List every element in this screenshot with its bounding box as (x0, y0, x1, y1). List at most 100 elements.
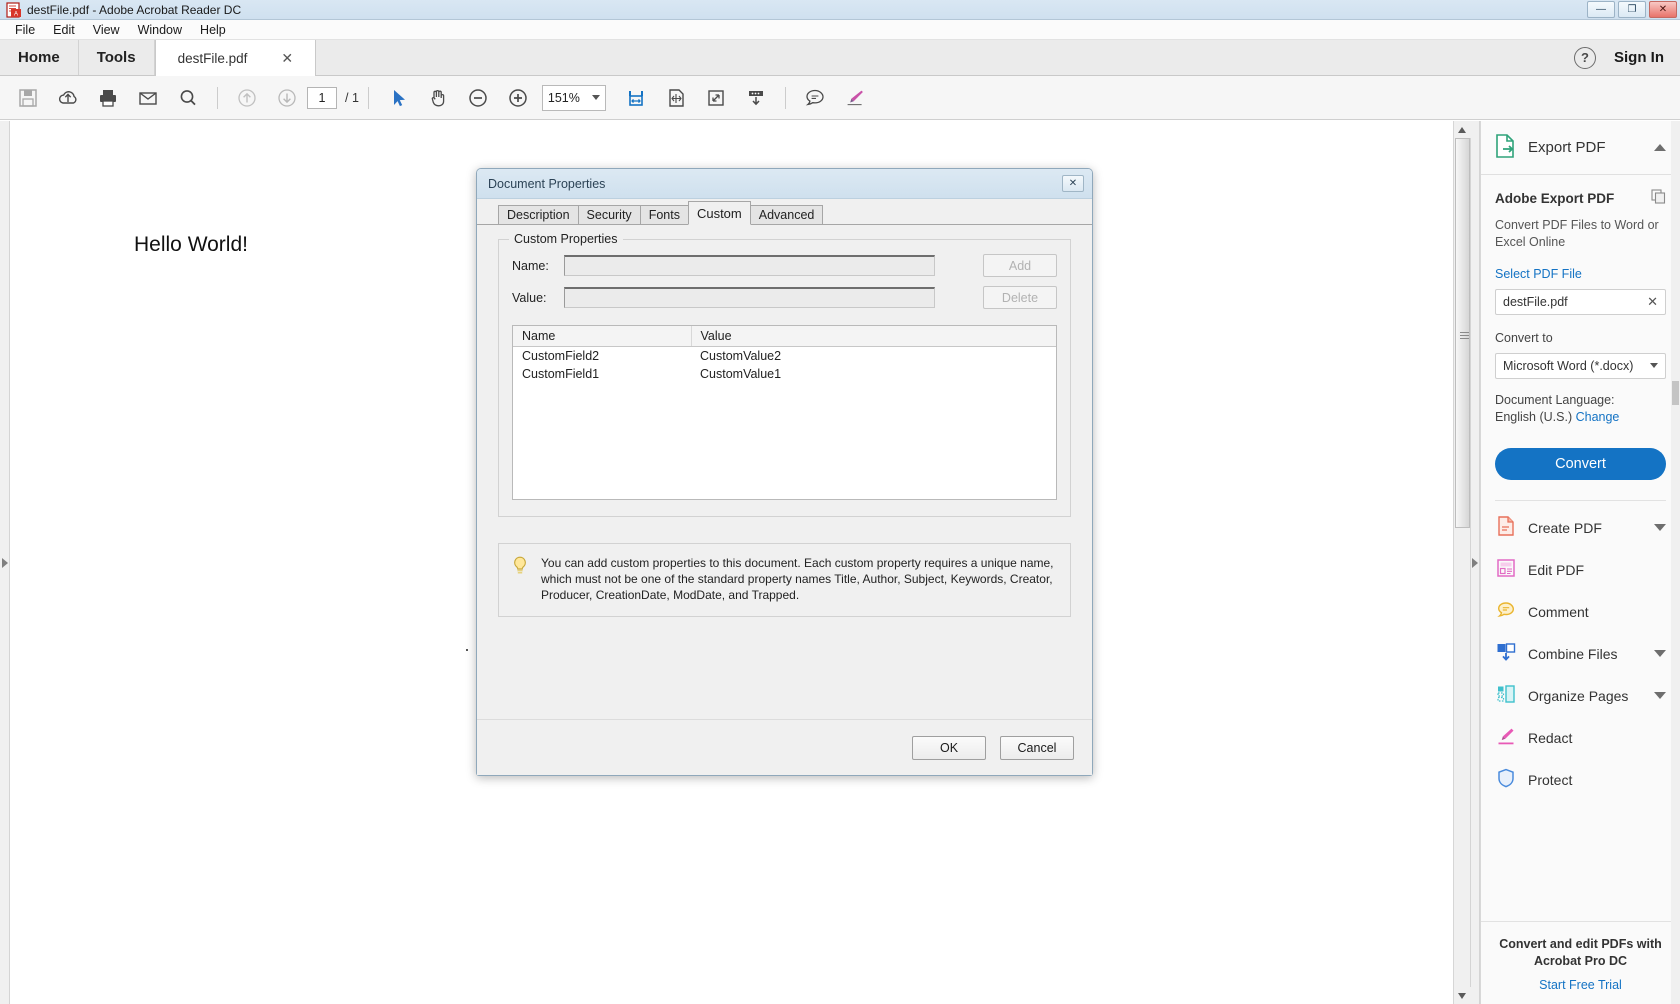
panel-scrollbar-thumb[interactable] (1672, 381, 1679, 405)
name-input[interactable] (564, 255, 935, 276)
sign-in-button[interactable]: Sign In (1614, 49, 1664, 66)
chevron-down-icon[interactable] (1654, 524, 1666, 531)
tab-strip: Home Tools destFile.pdf ✕ ? Sign In (0, 40, 1680, 76)
cancel-button[interactable]: Cancel (1000, 736, 1074, 760)
comment-icon[interactable] (795, 78, 835, 118)
scroll-down-button[interactable] (1454, 987, 1471, 1004)
clear-file-icon[interactable]: ✕ (1647, 294, 1658, 310)
column-header-name[interactable]: Name (513, 326, 691, 347)
export-pdf-header[interactable]: Export PDF (1481, 121, 1680, 175)
protect-icon (1495, 767, 1517, 792)
value-input[interactable] (564, 287, 935, 308)
ok-button[interactable]: OK (912, 736, 986, 760)
document-language-label: Document Language: (1495, 393, 1666, 407)
tool-label: Comment (1528, 604, 1666, 620)
close-icon[interactable]: ✕ (281, 51, 293, 65)
tab-custom[interactable]: Custom (688, 201, 751, 225)
left-pane-toggle[interactable] (0, 121, 10, 1004)
tab-home[interactable]: Home (0, 40, 79, 75)
tab-document[interactable]: destFile.pdf ✕ (155, 40, 317, 76)
scroll-up-button[interactable] (1454, 121, 1471, 138)
arrow-down-icon[interactable] (267, 78, 307, 118)
tab-advanced[interactable]: Advanced (750, 205, 824, 224)
fit-width-icon[interactable] (616, 78, 656, 118)
chevron-down-icon[interactable] (1654, 692, 1666, 699)
menu-item-edit[interactable]: Edit (44, 22, 84, 38)
convert-to-value: Microsoft Word (*.docx) (1503, 359, 1633, 373)
selected-file-field[interactable]: destFile.pdf ✕ (1495, 289, 1666, 315)
custom-properties-table[interactable]: Name Value CustomField2 CustomValue2 Cus… (512, 325, 1057, 500)
tool-label: Combine Files (1528, 646, 1643, 662)
print-icon[interactable] (88, 78, 128, 118)
tab-document-label: destFile.pdf (178, 51, 248, 66)
document-language: Document Language: English (U.S.) Change (1495, 393, 1666, 424)
zoom-out-icon[interactable] (458, 78, 498, 118)
tab-tools[interactable]: Tools (79, 40, 155, 75)
scrollbar-thumb[interactable] (1455, 138, 1470, 528)
dialog-title: Document Properties (488, 177, 1062, 191)
zoom-in-icon[interactable] (498, 78, 538, 118)
select-pdf-file-link[interactable]: Select PDF File (1495, 267, 1666, 281)
arrow-up-icon[interactable] (227, 78, 267, 118)
table-row[interactable]: CustomField1 CustomValue1 (513, 365, 1056, 383)
pdf-icon: A (6, 2, 22, 18)
tool-edit-pdf[interactable]: Edit PDF (1481, 549, 1680, 591)
tool-organize-pages[interactable]: Organize Pages (1481, 675, 1680, 717)
convert-to-label: Convert to (1495, 331, 1666, 345)
column-header-value[interactable]: Value (691, 326, 1056, 347)
dialog-footer: OK Cancel (477, 719, 1092, 775)
menu-item-file[interactable]: File (6, 22, 44, 38)
zoom-selection-icon[interactable] (696, 78, 736, 118)
tool-combine-files[interactable]: Combine Files (1481, 633, 1680, 675)
document-scrollbar[interactable] (1453, 121, 1470, 1004)
cursor-icon[interactable] (378, 78, 418, 118)
dialog-close-icon[interactable]: ✕ (1062, 175, 1084, 192)
change-language-link[interactable]: Change (1576, 410, 1620, 424)
email-icon[interactable] (128, 78, 168, 118)
start-free-trial-link[interactable]: Start Free Trial (1495, 978, 1666, 992)
document-text: Hello World! (134, 233, 248, 257)
delete-button[interactable]: Delete (983, 286, 1057, 309)
tool-protect[interactable]: Protect (1481, 759, 1680, 801)
zoom-level-select[interactable]: 151% (542, 85, 606, 111)
tool-label: Edit PDF (1528, 562, 1666, 578)
chevron-down-icon (1650, 363, 1658, 368)
tab-security[interactable]: Security (578, 205, 641, 224)
table-row[interactable]: CustomField2 CustomValue2 (513, 347, 1056, 365)
footer-title: Convert and edit PDFs with Acrobat Pro D… (1495, 936, 1666, 970)
convert-to-select[interactable]: Microsoft Word (*.docx) (1495, 353, 1666, 379)
convert-button[interactable]: Convert (1495, 448, 1666, 480)
table-header-row: Name Value (513, 326, 1056, 347)
tool-label: Create PDF (1528, 520, 1643, 536)
tool-comment[interactable]: Comment (1481, 591, 1680, 633)
zoom-level-value: 151% (548, 91, 580, 105)
scroll-mode-icon[interactable] (736, 78, 776, 118)
search-icon[interactable] (168, 78, 208, 118)
chevron-down-icon[interactable] (1654, 650, 1666, 657)
menu-item-view[interactable]: View (84, 22, 129, 38)
hand-icon[interactable] (418, 78, 458, 118)
tab-description[interactable]: Description (498, 205, 579, 224)
panel-footer: Convert and edit PDFs with Acrobat Pro D… (1481, 921, 1680, 1004)
minimize-button[interactable]: — (1587, 1, 1615, 18)
help-icon[interactable]: ? (1574, 47, 1596, 69)
page-number-input[interactable]: 1 (307, 87, 337, 109)
add-button[interactable]: Add (983, 254, 1057, 277)
close-button[interactable]: ✕ (1649, 1, 1677, 18)
upload-cloud-icon[interactable] (48, 78, 88, 118)
tool-create-pdf[interactable]: Create PDF (1481, 507, 1680, 549)
save-icon[interactable] (8, 78, 48, 118)
panel-scrollbar[interactable] (1671, 121, 1680, 1004)
tool-redact[interactable]: Redact (1481, 717, 1680, 759)
fit-page-icon[interactable] (656, 78, 696, 118)
chevron-up-icon[interactable] (1654, 144, 1666, 151)
right-pane-toggle[interactable] (1470, 121, 1480, 1004)
highlight-icon[interactable] (835, 78, 875, 118)
maximize-button[interactable]: ❐ (1618, 1, 1646, 18)
chevron-right-icon (1472, 558, 1478, 568)
copy-icon[interactable] (1651, 189, 1666, 207)
menu-item-help[interactable]: Help (191, 22, 235, 38)
toolbar-separator (217, 87, 218, 109)
tab-fonts[interactable]: Fonts (640, 205, 689, 224)
menu-item-window[interactable]: Window (129, 22, 191, 38)
